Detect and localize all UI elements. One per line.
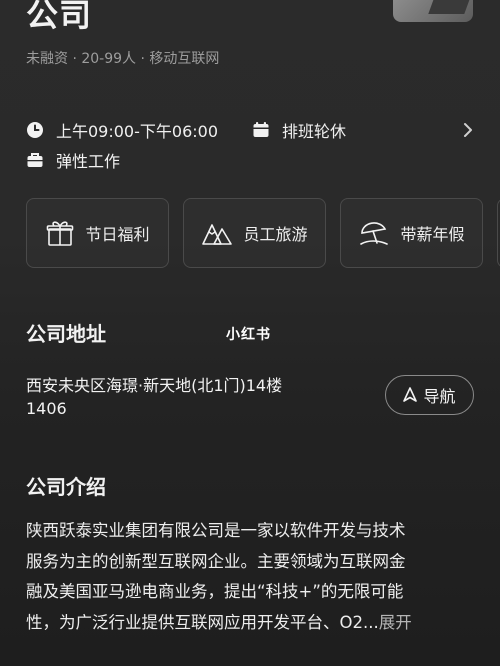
watermark-logo: 小红书 [226, 327, 271, 343]
address-section-title: 公司地址 [26, 322, 106, 346]
intro-line: 陕西跃泰实业集团有限公司是一家以软件开发与技术 [26, 521, 406, 540]
calendar-icon [252, 121, 270, 139]
expand-link[interactable]: 展开 [379, 613, 412, 632]
address-line-2: 1406 [26, 399, 67, 418]
chevron-right-icon[interactable] [462, 121, 474, 139]
intro-section-title: 公司介绍 [26, 475, 106, 499]
company-name: 公司 [26, 0, 93, 34]
benefit-card-paid-leave[interactable]: 带薪年假 [340, 198, 483, 268]
work-hours-row[interactable]: 上午09:00-下午06:00 排班轮休 [26, 118, 474, 142]
navigate-button[interactable]: 导航 [385, 375, 474, 415]
gift-icon [45, 218, 75, 248]
schedule-text: 排班轮休 [282, 122, 347, 141]
intro-line: 服务为主的创新型互联网企业。主要领域为互联网金 [26, 551, 406, 571]
navigate-label: 导航 [423, 387, 456, 406]
benefit-label: 节日福利 [85, 225, 150, 244]
benefit-label: 员工旅游 [243, 225, 308, 244]
address-line-1: 西安未央区海璟·新天地(北1门)14楼 [26, 376, 283, 395]
intro-line-last: 性，为广泛行业提供互联网应用开发平台、O2...展开 [26, 608, 476, 639]
benefit-card-travel[interactable]: 员工旅游 [183, 198, 326, 268]
clock-icon [26, 121, 44, 139]
benefit-label: 带薪年假 [400, 225, 465, 244]
mountain-icon [201, 218, 233, 248]
briefcase-icon [26, 151, 44, 169]
intro-text: 陕西跃泰实业集团有限公司是一家以软件开发与技术 服务为主的创新型互联网企业。主要… [26, 516, 476, 638]
navigation-arrow-icon [403, 387, 418, 403]
benefit-card-holiday[interactable]: 节日福利 [26, 198, 169, 268]
work-mode-row: 弹性工作 [26, 148, 120, 172]
company-meta: 未融资 · 20-99人 · 移动互联网 [26, 51, 220, 67]
benefits-list: 节日福利 员工旅游 带薪年假 [26, 198, 500, 268]
work-mode-text: 弹性工作 [56, 152, 121, 171]
beach-umbrella-icon [358, 218, 390, 248]
intro-line: 融及美国亚马逊电商业务，提出“科技+”的无限可能 [26, 582, 404, 601]
company-logo-image[interactable] [393, 0, 473, 22]
intro-line-text: 性，为广泛行业提供互联网应用开发平台、O2... [26, 612, 379, 632]
work-hours-text: 上午09:00-下午06:00 [56, 122, 218, 141]
